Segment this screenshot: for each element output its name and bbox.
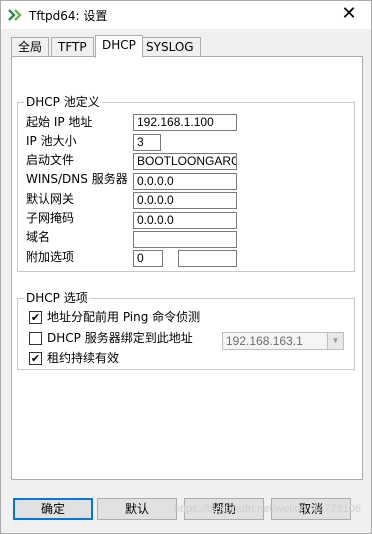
start-ip-field[interactable]: 192.168.1.100 — [133, 114, 237, 131]
dhcp-options-legend: DHCP 选项 — [24, 291, 90, 305]
persistent-lease-label: 租约持续有效 — [47, 351, 120, 365]
domain-field[interactable] — [133, 231, 237, 248]
close-icon[interactable]: ✕ — [335, 3, 363, 27]
bind-address-value: 192.168.163.1 — [226, 334, 303, 348]
bind-address-select[interactable]: 192.168.163.1 ▼ — [222, 332, 344, 350]
gateway-field[interactable]: 0.0.0.0 — [133, 192, 237, 209]
watermark: https://blog.csdn.net/weixin_44773106 — [173, 503, 361, 515]
pool-size-label: IP 池大小 — [26, 134, 77, 148]
extra-option-code-field[interactable]: 0 — [133, 250, 163, 267]
gateway-label: 默认网关 — [26, 192, 75, 206]
ok-button[interactable]: 确定 — [13, 498, 93, 520]
dhcp-pool-group: DHCP 池定义 起始 IP 地址 192.168.1.100 IP 池大小 3… — [17, 95, 355, 272]
boot-file-field[interactable]: BOOTLOONGARCH — [133, 153, 237, 170]
boot-file-label: 启动文件 — [26, 153, 75, 167]
title-bar: Tftpd64: 设置 ✕ — [1, 1, 371, 29]
dhcp-options-group: DHCP 选项 ✔ 地址分配前用 Ping 命令侦测 DHCP 服务器绑定到此地… — [17, 291, 355, 370]
extra-option-label: 附加选项 — [26, 250, 75, 264]
subnet-mask-label: 子网掩码 — [26, 211, 75, 225]
start-ip-label: 起始 IP 地址 — [26, 115, 93, 129]
extra-option-value-field[interactable] — [178, 250, 237, 267]
bind-address-label: DHCP 服务器绑定到此地址 — [47, 331, 193, 345]
tab-dhcp[interactable]: DHCP — [95, 35, 143, 58]
tab-tftp[interactable]: TFTP — [51, 37, 94, 57]
wins-dns-field[interactable]: 0.0.0.0 — [133, 173, 237, 190]
subnet-mask-field[interactable]: 0.0.0.0 — [133, 212, 237, 229]
ping-check-checkbox[interactable]: ✔ — [29, 311, 42, 324]
bind-address-checkbox[interactable] — [29, 332, 42, 345]
pool-size-field[interactable]: 3 — [133, 134, 161, 151]
dhcp-tab-panel: DHCP 池定义 起始 IP 地址 192.168.1.100 IP 池大小 3… — [11, 56, 363, 480]
persistent-lease-checkbox[interactable]: ✔ — [29, 352, 42, 365]
ping-check-label: 地址分配前用 Ping 命令侦测 — [47, 310, 201, 324]
tab-global[interactable]: 全局 — [11, 37, 50, 57]
settings-window: Tftpd64: 设置 ✕ 全局 TFTP DHCP SYSLOG DHCP 池… — [0, 0, 372, 534]
domain-label: 域名 — [26, 230, 51, 244]
default-button[interactable]: 默认 — [97, 498, 177, 520]
tftpd-app-icon — [7, 7, 23, 23]
chevron-down-icon[interactable]: ▼ — [327, 333, 343, 349]
wins-dns-label: WINS/DNS 服务器 — [26, 172, 128, 186]
tab-syslog[interactable]: SYSLOG — [139, 37, 201, 57]
dhcp-pool-legend: DHCP 池定义 — [24, 95, 102, 109]
window-title: Tftpd64: 设置 — [29, 9, 108, 23]
